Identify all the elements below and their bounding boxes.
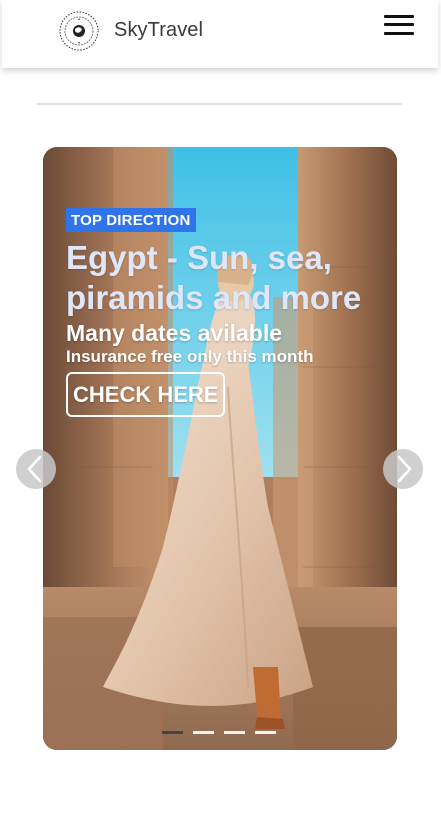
- hamburger-menu-icon[interactable]: [382, 12, 416, 38]
- divider: [37, 103, 402, 105]
- globe-logo-icon[interactable]: [59, 11, 99, 51]
- slide-headline: Egypt - Sun, sea, piramids and more: [66, 239, 362, 316]
- carousel-indicator-4[interactable]: [255, 731, 276, 734]
- menu-bar: [384, 32, 414, 35]
- chevron-left-icon: [27, 455, 42, 483]
- carousel-prev-button[interactable]: [16, 449, 56, 489]
- menu-bar: [384, 23, 414, 26]
- carousel-indicator-2[interactable]: [193, 731, 214, 734]
- carousel-indicator-1[interactable]: [162, 731, 183, 734]
- carousel-indicators: [162, 731, 276, 735]
- menu-bar: [384, 15, 414, 18]
- check-here-button[interactable]: CHECK HERE: [66, 372, 226, 417]
- page: SkyTravel TOP DIRECTION Egypt - Sun, sea…: [0, 0, 441, 834]
- hero-carousel: TOP DIRECTION Egypt - Sun, sea, piramids…: [43, 147, 397, 750]
- chevron-right-icon: [397, 455, 412, 483]
- carousel-indicator-3[interactable]: [224, 731, 245, 734]
- slide-caption: TOP DIRECTION Egypt - Sun, sea, piramids…: [66, 208, 396, 417]
- top-direction-badge: TOP DIRECTION: [66, 208, 196, 232]
- slide-subline: Insurance free only this month: [66, 347, 314, 366]
- brand-name[interactable]: SkyTravel: [114, 19, 203, 42]
- carousel-next-button[interactable]: [383, 449, 423, 489]
- slide-subhead: Many dates avilable: [66, 320, 283, 346]
- navbar: SkyTravel: [2, 0, 438, 68]
